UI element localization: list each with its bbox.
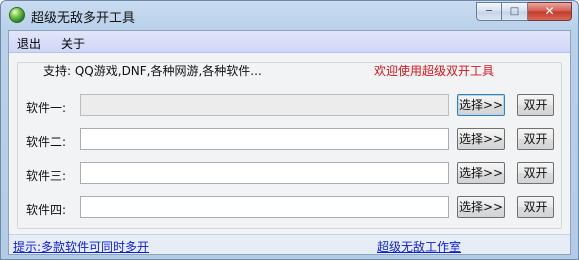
software-1-dual-open-button[interactable]: 双开 <box>517 94 554 116</box>
software-4-browse-button[interactable]: 选择>> <box>457 196 505 218</box>
software-2-browse-button[interactable]: 选择>> <box>457 128 505 150</box>
software-2-label: 软件二: <box>26 135 67 149</box>
window-title: 超级无敌多开工具 <box>31 11 136 26</box>
maximize-icon: □ <box>509 6 520 17</box>
close-button[interactable]: ✕ <box>528 2 572 21</box>
window-controls: ─ □ ✕ <box>476 2 572 21</box>
menu-about[interactable]: 关于 <box>61 35 85 52</box>
software-1-browse-button[interactable]: 选择>> <box>457 94 505 116</box>
welcome-text: 欢迎使用超级双开工具 <box>374 64 495 78</box>
studio-link[interactable]: 超级无敌工作室 <box>377 238 461 255</box>
software-4-dual-open-button[interactable]: 双开 <box>517 196 554 218</box>
software-4-label: 软件四: <box>26 203 67 217</box>
main-content: 支持: QQ游戏,DNF,各种网游,各种软件... 欢迎使用超级双开工具 软件一… <box>9 53 570 234</box>
minimize-icon: ─ <box>485 6 493 17</box>
software-3-path-input[interactable] <box>80 162 449 184</box>
software-4-path-input[interactable] <box>80 196 449 218</box>
menu-bar: 退出 关于 <box>9 31 570 53</box>
app-window: 超级无敌多开工具 ─ □ ✕ 退出 关于 支持: QQ游戏,DNF,各种网游,各… <box>0 0 579 260</box>
software-3-dual-open-button[interactable]: 双开 <box>517 162 554 184</box>
multi-open-hint-link[interactable]: 提示:多款软件可同时多开 <box>13 238 149 255</box>
software-2-path-input[interactable] <box>80 128 449 150</box>
software-3-browse-button[interactable]: 选择>> <box>457 162 505 184</box>
support-info-text: 支持: QQ游戏,DNF,各种网游,各种软件... <box>43 64 262 78</box>
app-globe-icon <box>9 7 25 23</box>
title-bar[interactable]: 超级无敌多开工具 ─ □ ✕ <box>1 1 578 30</box>
software-1-label: 软件一: <box>26 101 67 115</box>
menu-exit[interactable]: 退出 <box>17 35 41 52</box>
software-2-dual-open-button[interactable]: 双开 <box>517 128 554 150</box>
software-1-path-input[interactable] <box>80 94 449 116</box>
maximize-button[interactable]: □ <box>502 2 528 21</box>
client-area: 退出 关于 支持: QQ游戏,DNF,各种网游,各种软件... 欢迎使用超级双开… <box>8 30 571 255</box>
minimize-button[interactable]: ─ <box>476 2 502 21</box>
software-3-label: 软件三: <box>26 169 67 183</box>
status-bar: 提示:多款软件可同时多开 超级无敌工作室 <box>9 234 570 254</box>
close-icon: ✕ <box>544 4 555 18</box>
